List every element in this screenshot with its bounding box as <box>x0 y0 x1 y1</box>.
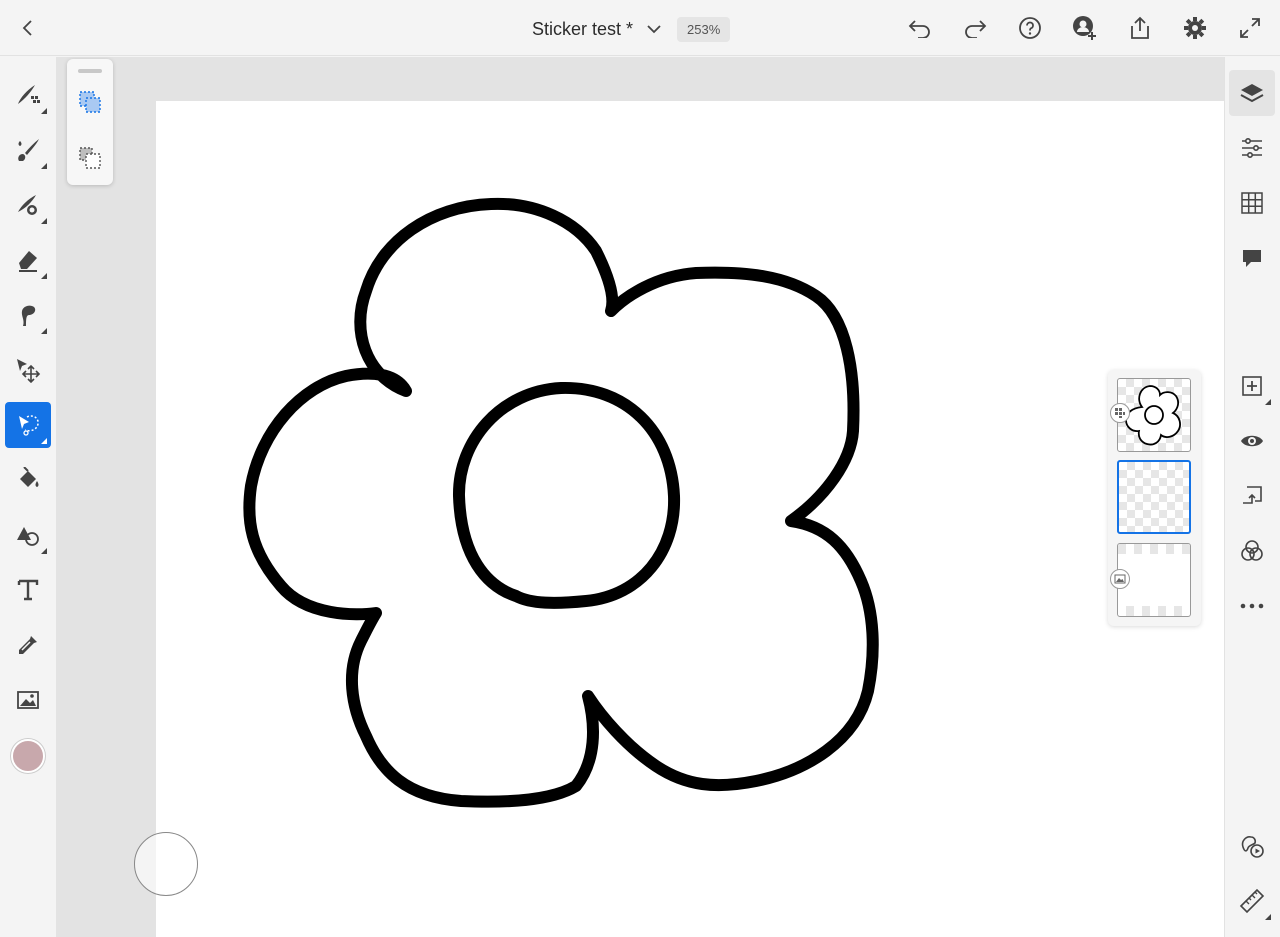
text-icon <box>17 579 39 601</box>
document-title[interactable]: Sticker test * <box>532 19 633 40</box>
subtract-selection-icon[interactable] <box>75 143 105 173</box>
merge-down-icon <box>1243 486 1262 504</box>
layer-properties-button[interactable] <box>1229 125 1275 171</box>
top-bar: Sticker test * 253% <box>0 0 1280 56</box>
share-icon[interactable] <box>1124 12 1156 44</box>
layers-icon <box>1240 84 1264 103</box>
title-dropdown-icon[interactable] <box>647 21 663 37</box>
shapes-icon <box>17 527 39 546</box>
visibility-button[interactable] <box>1229 418 1275 464</box>
settings-icon[interactable] <box>1179 12 1211 44</box>
undo-icon[interactable] <box>904 12 936 44</box>
pixel-brush-icon <box>18 85 40 104</box>
pixel-brush-tool[interactable] <box>5 72 51 118</box>
more-icon <box>1240 603 1264 609</box>
eraser-tool[interactable] <box>5 237 51 283</box>
ruler-icon <box>1239 888 1265 914</box>
add-selection-icon[interactable] <box>75 87 105 117</box>
text-tool[interactable] <box>5 567 51 613</box>
lasso-selection-icon <box>19 415 39 436</box>
top-actions <box>904 12 1266 44</box>
selection-options-panel <box>67 59 113 185</box>
panel-drag-handle[interactable] <box>78 69 102 73</box>
back-button[interactable] <box>14 14 42 42</box>
merge-down-button[interactable] <box>1229 473 1275 519</box>
eyedropper-tool[interactable] <box>5 622 51 668</box>
fill-tool[interactable] <box>5 457 51 503</box>
grid-button[interactable] <box>1229 180 1275 226</box>
live-brush-tool[interactable] <box>5 127 51 173</box>
invite-icon[interactable] <box>1069 12 1101 44</box>
comments-button[interactable] <box>1229 235 1275 281</box>
transform-tool[interactable] <box>5 347 51 393</box>
blend-mode-icon <box>1241 540 1263 561</box>
layer-type-badge-image <box>1110 569 1130 589</box>
add-layer-button[interactable] <box>1229 363 1275 409</box>
zoom-level[interactable]: 253% <box>677 16 731 42</box>
more-options-button[interactable] <box>1229 583 1275 629</box>
smudge-tool[interactable] <box>5 292 51 338</box>
timelapse-button[interactable] <box>1229 823 1275 869</box>
live-brush-icon <box>18 139 39 161</box>
image-icon <box>17 691 39 709</box>
back-icon <box>22 20 32 36</box>
layers-button[interactable] <box>1229 70 1275 116</box>
place-image-tool[interactable] <box>5 677 51 723</box>
document-title-area: Sticker test * 253% <box>532 14 731 44</box>
help-icon[interactable] <box>1014 12 1046 44</box>
eyedropper-icon <box>19 636 37 654</box>
canvas-area[interactable] <box>56 57 1224 937</box>
layer-type-badge-pixel <box>1110 403 1130 423</box>
grid-icon <box>1241 192 1263 214</box>
current-color-swatch[interactable] <box>11 739 45 773</box>
paint-bucket-icon <box>20 467 39 487</box>
layer-properties-icon <box>1242 137 1262 158</box>
add-layer-icon <box>1242 376 1262 396</box>
mixer-brush-tool[interactable] <box>5 182 51 228</box>
selection-tool[interactable] <box>5 402 51 448</box>
eraser-icon <box>19 251 37 272</box>
timelapse-icon <box>1241 836 1264 858</box>
mixer-brush-icon <box>18 195 37 215</box>
redo-icon[interactable] <box>959 12 991 44</box>
ruler-button[interactable] <box>1229 878 1275 924</box>
left-toolbar <box>0 57 56 937</box>
comments-icon <box>1243 250 1261 267</box>
visibility-icon <box>1241 435 1263 447</box>
flower-drawing <box>243 197 879 808</box>
smudge-icon <box>21 305 36 326</box>
shapes-tool[interactable] <box>5 512 51 558</box>
blend-mode-button[interactable] <box>1229 528 1275 574</box>
right-toolbar <box>1224 57 1280 937</box>
transform-icon <box>17 359 41 383</box>
fullscreen-icon[interactable] <box>1234 12 1266 44</box>
artboard[interactable] <box>156 101 1224 937</box>
layers-panel <box>1108 370 1201 626</box>
layer-thumbnail-empty[interactable] <box>1117 460 1191 534</box>
brush-size-cursor <box>134 832 198 896</box>
